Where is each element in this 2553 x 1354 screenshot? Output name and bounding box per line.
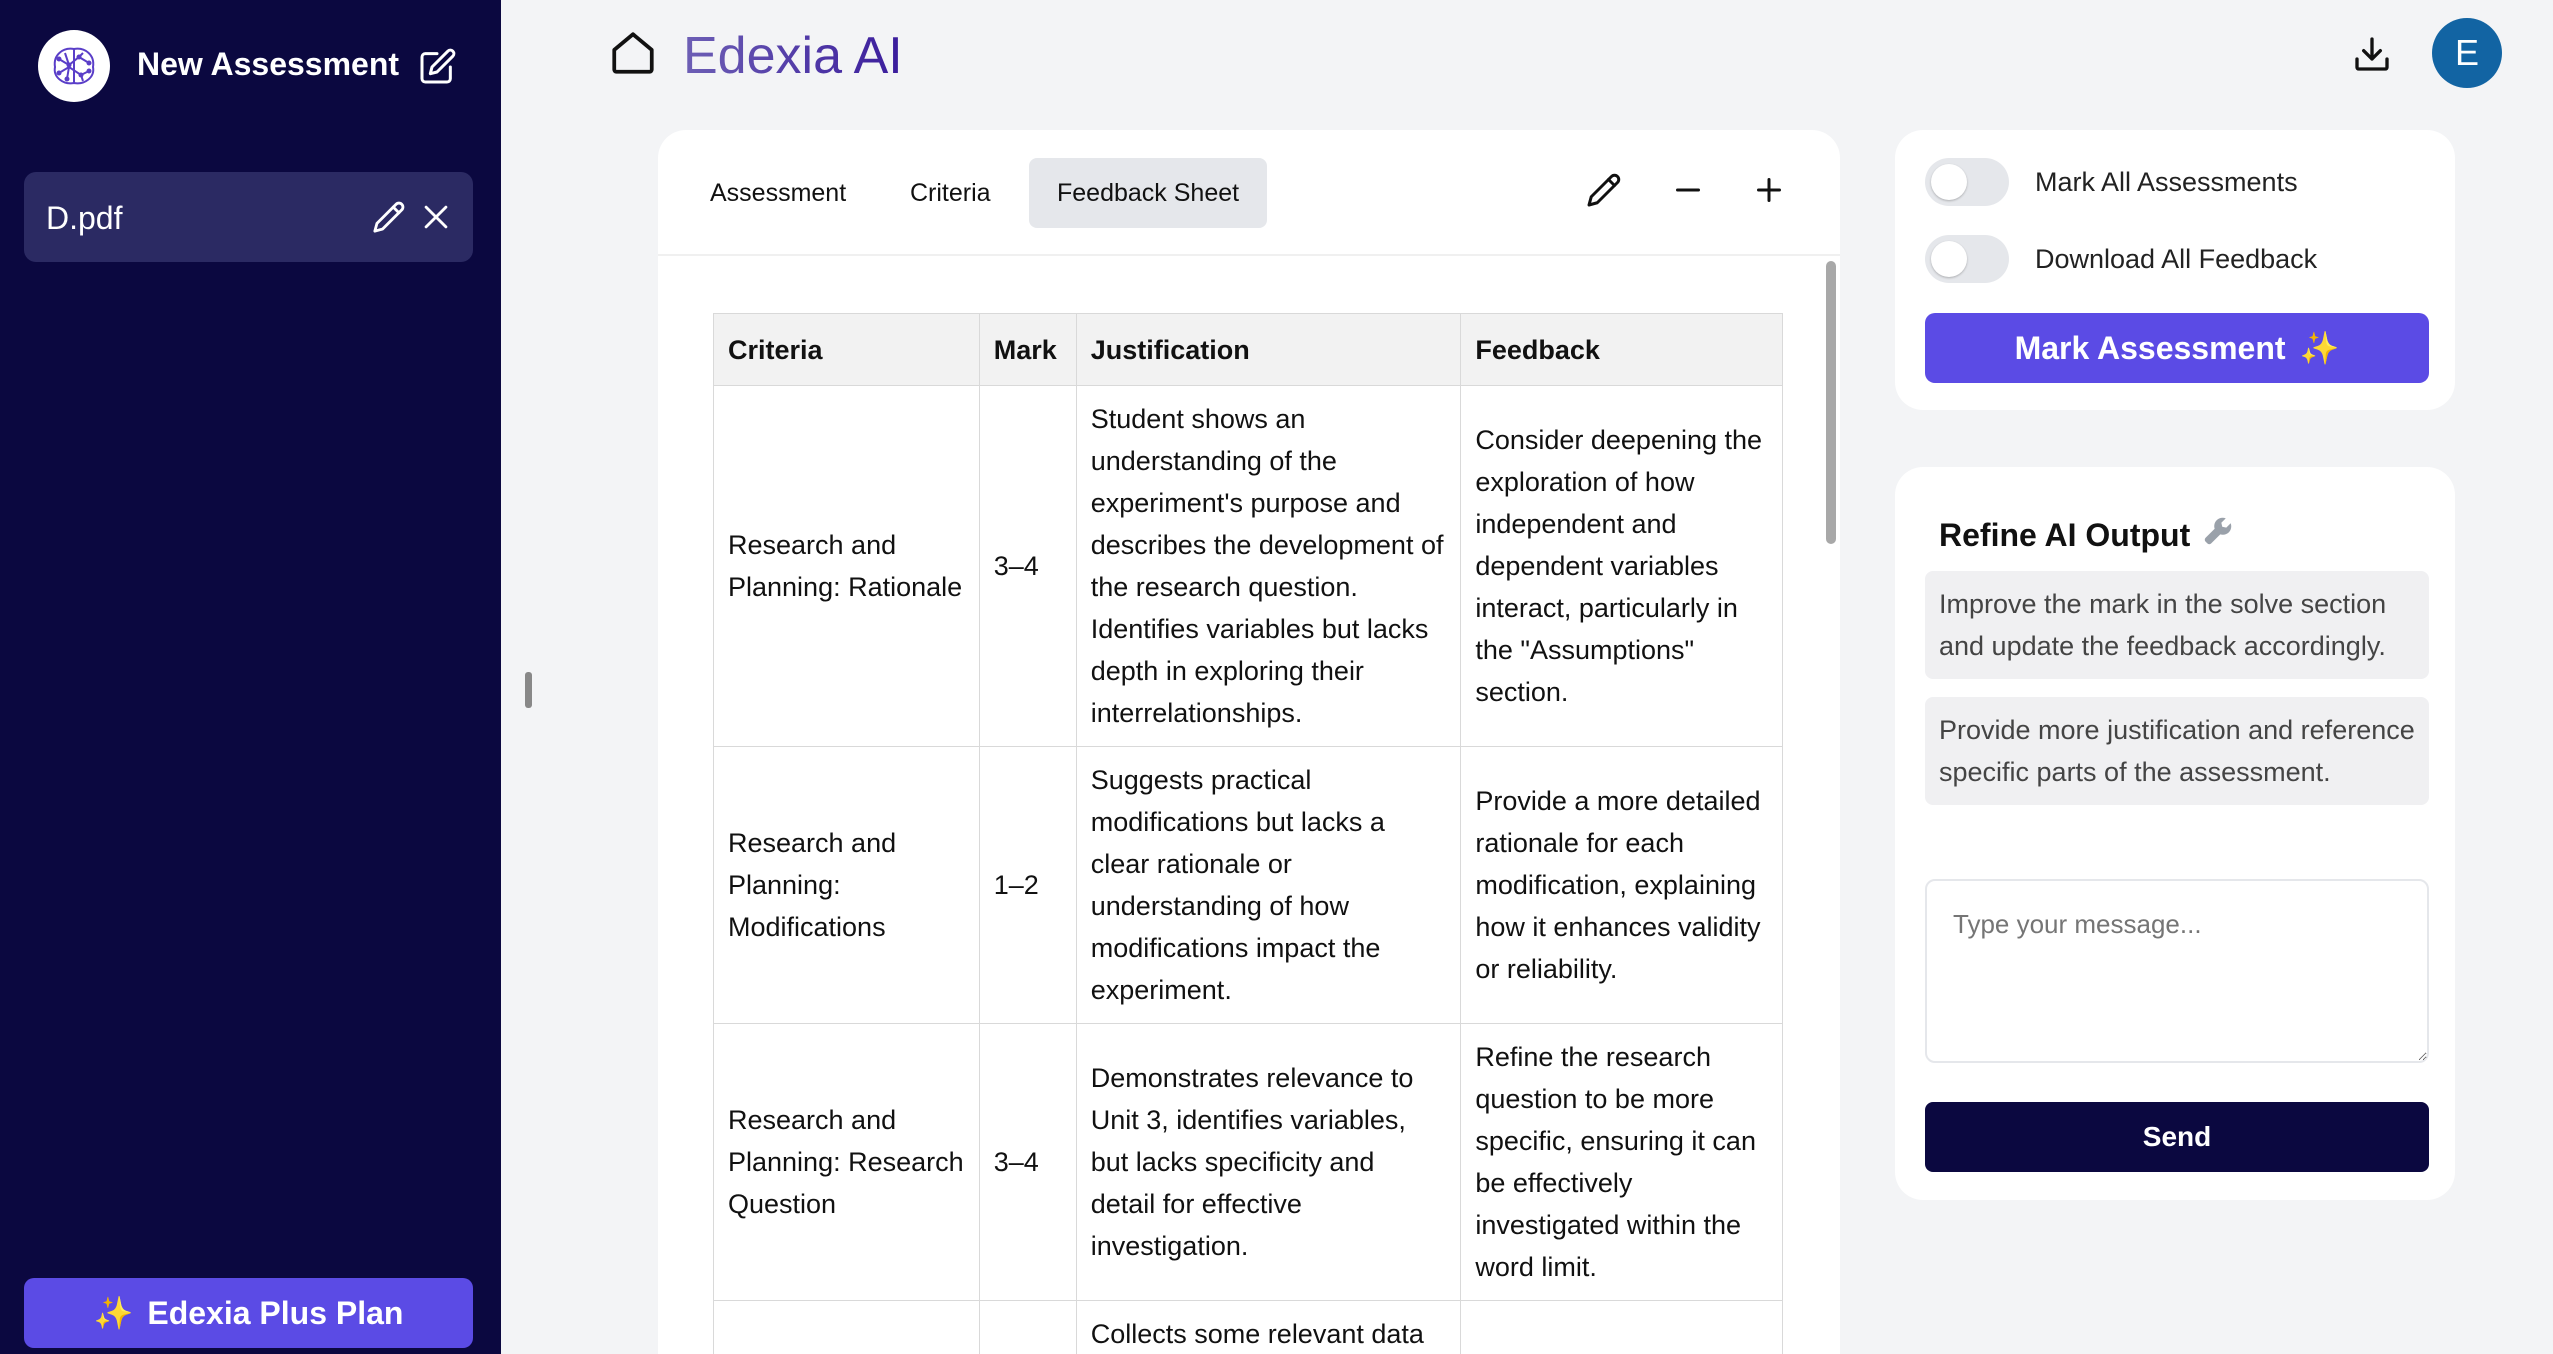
zoom-in-icon[interactable] [1751, 172, 1791, 212]
justification-cell: Demonstrates relevance to Unit 3, identi… [1075, 1023, 1462, 1301]
options-card: Mark All Assessments Download All Feedba… [1895, 130, 2455, 410]
feedback-table: Criteria Mark Justification Feedback Res… [713, 313, 1783, 1354]
feedback-sheet-content[interactable]: Criteria Mark Justification Feedback Res… [658, 258, 1840, 1354]
sparkles-icon: ✨ [93, 1295, 134, 1331]
feedback-cell [1460, 1300, 1783, 1354]
table-row: Research and Planning: Research Question… [713, 1023, 1783, 1301]
file-item[interactable]: D.pdf [24, 172, 473, 262]
pencil-icon[interactable] [1586, 172, 1626, 212]
avatar[interactable]: E [2432, 18, 2502, 88]
mark-cell: 1–2 [978, 746, 1077, 1024]
brand-title: Edexia AI [683, 27, 903, 85]
criteria-cell: Research and Planning: Research Question [713, 1023, 980, 1301]
justification-cell: Suggests practical modifications but lac… [1075, 746, 1462, 1024]
close-icon[interactable] [419, 200, 453, 234]
message-input[interactable] [1925, 879, 2429, 1063]
mark-assessment-button[interactable]: Mark Assessment ✨ [1925, 313, 2429, 383]
mark-cell: 3–4 [978, 385, 1077, 747]
criteria-cell [713, 1300, 980, 1354]
table-row: Research and Planning: Modifications 1–2… [713, 746, 1783, 1024]
mark-cell: 3–4 [978, 1023, 1077, 1301]
table-scrollbar[interactable] [1826, 261, 1836, 544]
refine-card: Refine AI Output Improve the mark in the… [1895, 467, 2455, 1200]
table-row: Research and Planning: Rationale 3–4 Stu… [713, 385, 1783, 747]
criteria-cell: Research and Planning: Modifications [713, 746, 980, 1024]
plan-button-label: Edexia Plus Plan [147, 1294, 404, 1331]
brain-logo-icon[interactable] [38, 30, 110, 102]
download-icon[interactable] [2352, 34, 2392, 74]
refine-title-text: Refine AI Output [1939, 516, 2191, 553]
download-all-label: Download All Feedback [2035, 243, 2318, 274]
zoom-out-icon[interactable] [1670, 172, 1710, 212]
column-header: Feedback [1460, 313, 1783, 386]
file-name: D.pdf [46, 200, 123, 236]
toggle-knob [1931, 241, 1967, 277]
mark-cell [978, 1300, 1077, 1354]
toggle-knob [1931, 164, 1967, 200]
column-header: Criteria [713, 313, 980, 386]
column-header: Mark [978, 313, 1077, 386]
suggestion-chip[interactable]: Provide more justification and reference… [1925, 697, 2429, 805]
justification-cell: Collects some relevant data [1075, 1300, 1462, 1354]
tab-assessment[interactable]: Assessment [682, 158, 874, 228]
feedback-cell: Provide a more detailed rationale for ea… [1460, 746, 1783, 1024]
mark-all-label: Mark All Assessments [2035, 166, 2298, 197]
mark-all-toggle[interactable] [1925, 158, 2009, 206]
send-button[interactable]: Send [1925, 1102, 2429, 1172]
table-header-row: Criteria Mark Justification Feedback [713, 313, 1783, 386]
new-assessment-label[interactable]: New Assessment [137, 46, 399, 83]
download-all-row: Download All Feedback [1925, 235, 2317, 283]
feedback-cell: Consider deepening the exploration of ho… [1460, 385, 1783, 747]
justification-cell: Student shows an understanding of the ex… [1075, 385, 1462, 747]
tab-bar: Assessment Criteria Feedback Sheet [658, 130, 1840, 256]
tab-criteria[interactable]: Criteria [882, 158, 1019, 228]
mark-all-row: Mark All Assessments [1925, 158, 2298, 206]
download-all-toggle[interactable] [1925, 235, 2009, 283]
criteria-cell: Research and Planning: Rationale [713, 385, 980, 747]
pencil-icon[interactable] [372, 200, 406, 234]
column-header: Justification [1075, 313, 1462, 386]
refine-title: Refine AI Output [1939, 515, 2234, 555]
wrench-icon [2202, 515, 2234, 555]
tab-feedback-sheet[interactable]: Feedback Sheet [1029, 158, 1268, 228]
main-card: Assessment Criteria Feedback Sheet Crite… [658, 130, 1840, 1354]
home-icon[interactable] [608, 28, 658, 78]
mark-button-label: Mark Assessment [2014, 329, 2286, 366]
sidebar-resize-handle[interactable] [525, 672, 532, 708]
edexia-plus-plan-button[interactable]: ✨ Edexia Plus Plan [24, 1278, 473, 1348]
sparkles-icon: ✨ [2299, 330, 2340, 366]
sidebar: New Assessment D.pdf ✨ Edexia Plus Plan [0, 0, 501, 1354]
suggestion-chip[interactable]: Improve the mark in the solve section an… [1925, 571, 2429, 679]
table-row: Collects some relevant data [713, 1300, 1783, 1354]
new-assessment-edit-icon[interactable] [417, 47, 457, 87]
feedback-cell: Refine the research question to be more … [1460, 1023, 1783, 1301]
